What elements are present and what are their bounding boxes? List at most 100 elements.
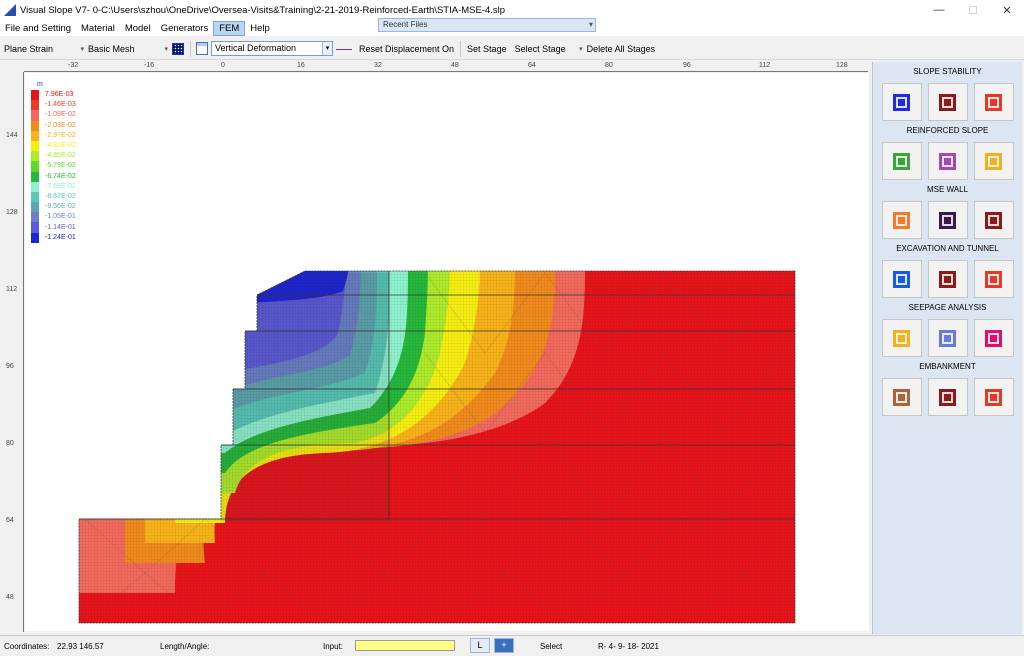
- mse-wall-cantilever-icon: [985, 211, 1002, 229]
- slope-stability-search-button[interactable]: [973, 83, 1014, 121]
- ruler-tick-label: 64: [6, 517, 14, 524]
- ruler-tick-label: 96: [6, 363, 14, 370]
- panel-button-row: [873, 260, 1022, 298]
- delete-all-stages-button[interactable]: Delete All Stages: [583, 44, 660, 54]
- minimize-button[interactable]: —: [922, 0, 956, 20]
- legend-entries: 7.96E-03 -1.46E-03 -1.09E-02 -2.03E-02 -2.97…: [31, 90, 76, 243]
- set-stage-button[interactable]: Set Stage: [463, 44, 511, 54]
- legend-swatch: [31, 100, 39, 111]
- legend-swatch: [31, 151, 39, 162]
- menu-generators[interactable]: Generators: [156, 22, 214, 35]
- close-button[interactable]: ✕: [990, 0, 1024, 20]
- mesh-type-select[interactable]: Basic Mesh ▾: [84, 41, 168, 57]
- legend-swatch: [31, 212, 39, 223]
- excavation-frost-button[interactable]: [881, 260, 922, 298]
- slope-stability-basic-icon: [893, 93, 910, 111]
- reinforcement-zone: [221, 273, 389, 523]
- legend-row: -8.62E-02: [31, 191, 76, 203]
- tunnel-button[interactable]: [973, 260, 1014, 298]
- seepage-dam-button[interactable]: [881, 319, 922, 357]
- result-type-value: Vertical Deformation: [215, 43, 297, 53]
- legend-label: -7.68E-02: [45, 182, 76, 190]
- seepage-levee-button[interactable]: [927, 319, 968, 357]
- select-mode-label: Select: [540, 642, 563, 651]
- toolbar-divider: [190, 40, 191, 57]
- legend-label: -2.03E-02: [45, 121, 76, 129]
- slope-stability-material-button[interactable]: [927, 83, 968, 121]
- mesh-grid-icon[interactable]: [172, 42, 184, 55]
- seepage-dam-icon: [893, 329, 910, 347]
- excavation-wall-button[interactable]: [927, 260, 968, 298]
- legend-label: -1.46E-03: [45, 101, 76, 109]
- reinforced-slope-pile-icon: [985, 152, 1002, 170]
- menu-file-and-setting[interactable]: File and Setting: [0, 22, 76, 35]
- recent-files-label: Recent Files: [383, 20, 428, 29]
- legend-label: -6.74E-02: [45, 172, 76, 180]
- mse-wall-cantilever-button[interactable]: [973, 201, 1014, 239]
- mse-wall-block-button[interactable]: [881, 201, 922, 239]
- legend-swatch: [31, 202, 39, 213]
- ruler-tick-label: 96: [683, 62, 691, 69]
- report-document-icon[interactable]: [196, 42, 208, 55]
- toolbar: Plane Strain ▾ Basic Mesh ▾ Vertical Def…: [0, 38, 1024, 60]
- add-point-button[interactable]: +: [494, 638, 514, 653]
- fem-mesh-overlay: [79, 271, 795, 623]
- slope-stability-search-icon: [985, 93, 1002, 111]
- line-tool-button[interactable]: L: [470, 638, 490, 653]
- select-stage-select[interactable]: Select Stage ▾: [511, 41, 583, 57]
- reset-displacement-button[interactable]: Reset Displacement On: [355, 44, 458, 54]
- ruler-tick-label: 112: [6, 286, 18, 293]
- seepage-wall-icon: [985, 329, 1002, 347]
- mse-wall-panel-button[interactable]: [927, 201, 968, 239]
- legend-row: -1.14E-01: [31, 222, 76, 233]
- embankment-basic-button[interactable]: [881, 378, 922, 416]
- window-title: Visual Slope V7- 0-C:\Users\szhou\OneDri…: [20, 4, 506, 16]
- panel-button-row: [873, 142, 1022, 180]
- panel-section-title: EMBANKMENT: [919, 362, 976, 371]
- ruler-tick-label: 112: [759, 62, 771, 69]
- embankment-pile-button[interactable]: [927, 378, 968, 416]
- reinforced-slope-pile-button[interactable]: [973, 142, 1014, 180]
- reinforced-slope-nail-button[interactable]: [927, 142, 968, 180]
- legend-label: -1.05E-01: [45, 213, 76, 221]
- horizontal-ruler: -32 -16 0 16 32 48 64 80 96 112 128: [24, 62, 868, 72]
- slope-stability-material-icon: [939, 93, 956, 111]
- ruler-tick-label: 128: [6, 209, 18, 216]
- menu-material[interactable]: Material: [76, 22, 120, 35]
- legend-row: -2.97E-02: [31, 130, 76, 141]
- recent-files-dropdown[interactable]: Recent Files ▾: [378, 18, 596, 32]
- mesh-type-value: Basic Mesh: [88, 43, 135, 54]
- model-canvas[interactable]: m 7.96E-03 -1.46E-03 -1.09E-02 -2.03E-02 -2.…: [25, 73, 869, 631]
- legend-label: -8.62E-02: [45, 192, 76, 200]
- command-input[interactable]: [355, 640, 455, 651]
- legend-row: -1.46E-03: [31, 100, 76, 111]
- menu-help[interactable]: Help: [245, 22, 275, 35]
- legend-label: -1.14E-01: [45, 223, 76, 231]
- menu-fem[interactable]: FEM: [213, 20, 246, 36]
- legend-label: -1.09E-02: [45, 111, 76, 119]
- legend-row: -4.85E-02: [31, 151, 76, 162]
- analysis-type-select[interactable]: Plane Strain ▾: [0, 41, 84, 57]
- displacement-line-icon[interactable]: [336, 45, 352, 53]
- chevron-down-icon: ▾: [588, 20, 593, 29]
- legend-swatch: [31, 110, 39, 121]
- legend-row: 7.96E-03: [31, 90, 76, 101]
- maximize-button[interactable]: ☐: [956, 0, 990, 20]
- result-type-select[interactable]: Vertical Deformation ▾: [211, 41, 333, 56]
- legend-swatch: [31, 191, 39, 203]
- reinforced-slope-geogrid-button[interactable]: [881, 142, 922, 180]
- vertical-ruler: 144 128 112 96 80 64 48: [0, 72, 24, 632]
- panel-section-title: SLOPE STABILITY: [913, 67, 982, 76]
- embankment-piled-button[interactable]: [973, 378, 1014, 416]
- legend-unit: m: [37, 81, 43, 88]
- window-controls: — ☐ ✕: [922, 0, 1024, 20]
- deformation-contour-plot[interactable]: [25, 73, 869, 631]
- legend-row: -6.74E-02: [31, 171, 76, 182]
- ruler-tick-label: -16: [144, 62, 155, 69]
- seepage-wall-button[interactable]: [973, 319, 1014, 357]
- menu-model[interactable]: Model: [120, 22, 156, 35]
- slope-stability-basic-button[interactable]: [881, 83, 922, 121]
- legend-swatch: [31, 232, 39, 243]
- coordinates-value: 22.93 146.57: [57, 642, 104, 651]
- input-label: Input:: [323, 642, 344, 651]
